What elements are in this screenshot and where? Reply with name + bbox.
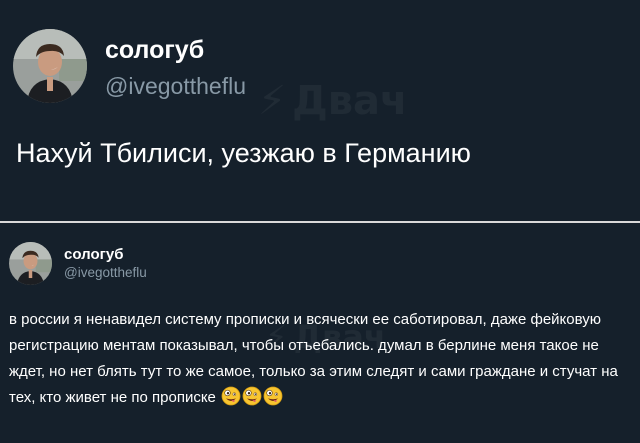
avatar[interactable] — [13, 29, 87, 103]
author-name[interactable]: сологуб — [105, 36, 204, 65]
tweet-text: в россии я ненавидел систему прописки и … — [9, 311, 618, 406]
lightning-icon: ⚡ — [258, 78, 287, 124]
zany-face-emoji — [263, 386, 283, 415]
tweet-card-reply: ⚡ Двач сологуб @ivegottheflu в россии я н… — [0, 223, 640, 443]
author-name[interactable]: сологуб — [64, 246, 123, 263]
author-handle[interactable]: @ivegottheflu — [105, 73, 246, 100]
author-handle[interactable]: @ivegottheflu — [64, 265, 147, 280]
avatar[interactable] — [9, 242, 52, 285]
avatar-photo-icon — [13, 29, 87, 103]
avatar-photo-icon — [9, 242, 52, 285]
zany-face-emoji — [242, 386, 262, 415]
tweet-card-main: ⚡ Двач сологуб @ivegottheflu Нахуй Тбилис… — [0, 0, 640, 222]
watermark: ⚡ Двач — [258, 78, 407, 124]
tweet-text-block: в россии я ненавидел систему прописки и … — [9, 307, 634, 415]
watermark-text: Двач — [292, 78, 408, 124]
tweet-text: Нахуй Тбилиси, уезжаю в Германию — [16, 138, 471, 168]
zany-face-emoji — [221, 386, 241, 415]
